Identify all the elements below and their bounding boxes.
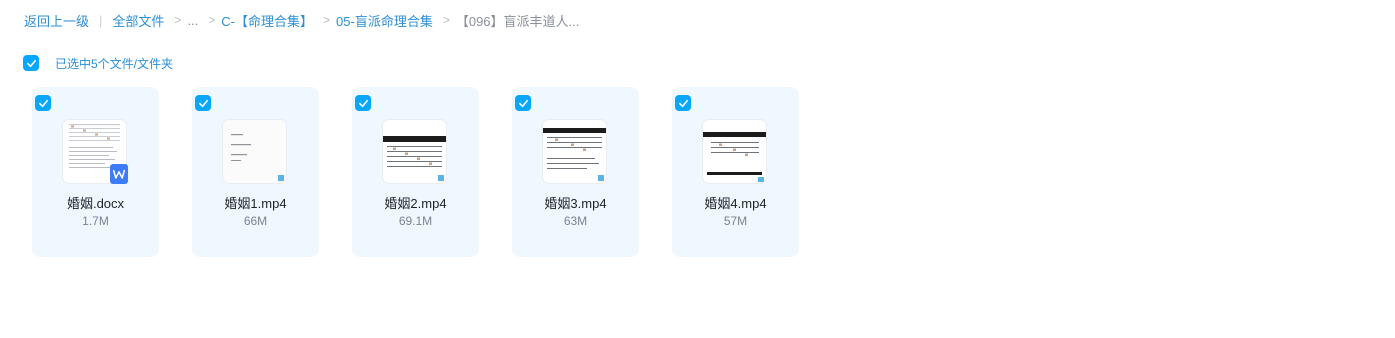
file-checkbox[interactable]	[355, 95, 371, 111]
word-doc-icon	[110, 164, 128, 184]
back-link[interactable]: 返回上一级	[24, 11, 89, 30]
check-icon	[38, 99, 48, 107]
breadcrumb-all-files[interactable]: 全部文件	[112, 11, 164, 30]
file-checkbox[interactable]	[515, 95, 531, 111]
file-checkbox[interactable]	[35, 95, 51, 111]
file-name[interactable]: 婚姻4.mp4	[672, 193, 799, 212]
check-icon	[26, 59, 36, 67]
video-preview-icon	[223, 120, 286, 183]
file-name[interactable]: 婚姻2.mp4	[352, 193, 479, 212]
video-preview-icon	[383, 136, 446, 181]
file-card[interactable]: 婚姻.docx 1.7M	[32, 87, 159, 257]
breadcrumb-folder-2[interactable]: 05-盲派命理合集	[336, 11, 433, 30]
check-icon	[198, 99, 208, 107]
video-preview-icon	[703, 132, 766, 182]
breadcrumb-current: 【096】盲派丰道人...	[455, 13, 580, 29]
file-name[interactable]: 婚姻.docx	[32, 193, 159, 212]
file-name[interactable]: 婚姻1.mp4	[192, 193, 319, 212]
check-icon	[678, 99, 688, 107]
breadcrumb-separator: >	[208, 13, 216, 27]
file-card[interactable]: 婚姻2.mp4 69.1M	[352, 87, 479, 257]
file-size: 66M	[243, 214, 268, 228]
file-size: 1.7M	[82, 214, 109, 228]
file-checkbox[interactable]	[195, 95, 211, 111]
breadcrumb-folder-1[interactable]: C-【命理合集】	[221, 11, 313, 30]
selection-bar: 已选中5个文件/文件夹	[23, 55, 173, 71]
check-icon	[518, 99, 528, 107]
breadcrumb-separator: >	[174, 13, 182, 27]
file-thumbnail	[543, 120, 606, 183]
breadcrumb-separator: >	[323, 13, 331, 27]
select-all-checkbox[interactable]	[23, 55, 39, 71]
file-size: 63M	[563, 214, 588, 228]
breadcrumb-separator: >	[442, 13, 450, 27]
file-name[interactable]: 婚姻3.mp4	[512, 193, 639, 212]
breadcrumb: 返回上一级 | 全部文件 > ... > C-【命理合集】 > 05-盲派命理合…	[24, 11, 579, 29]
file-checkbox[interactable]	[675, 95, 691, 111]
file-thumbnail	[383, 120, 446, 183]
video-preview-icon	[543, 128, 606, 181]
file-card[interactable]: 婚姻3.mp4 63M	[512, 87, 639, 257]
file-thumbnail	[703, 120, 766, 183]
selection-count: 已选中5个文件/文件夹	[55, 56, 174, 71]
file-size: 57M	[723, 214, 748, 228]
check-icon	[358, 99, 368, 107]
file-size: 69.1M	[398, 214, 433, 228]
file-card[interactable]: 婚姻1.mp4 66M	[192, 87, 319, 257]
file-card[interactable]: 婚姻4.mp4 57M	[672, 87, 799, 257]
breadcrumb-ellipsis[interactable]: ...	[187, 13, 198, 28]
file-thumbnail	[223, 120, 286, 183]
breadcrumb-divider: |	[99, 12, 103, 28]
